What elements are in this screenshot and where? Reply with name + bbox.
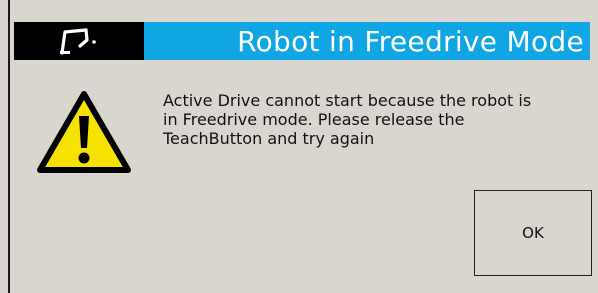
dialog-message: Active Drive cannot start because the ro… xyxy=(163,91,532,148)
warning-icon xyxy=(37,91,131,173)
dialog-title: Robot in Freedrive Mode xyxy=(237,24,584,58)
title-area: Robot in Freedrive Mode xyxy=(144,22,590,60)
ok-button[interactable]: OK xyxy=(474,190,592,276)
robot-arm-logo-icon xyxy=(60,28,96,55)
dialog-title-bar: Robot in Freedrive Mode xyxy=(14,22,590,60)
logo-area xyxy=(14,22,144,60)
